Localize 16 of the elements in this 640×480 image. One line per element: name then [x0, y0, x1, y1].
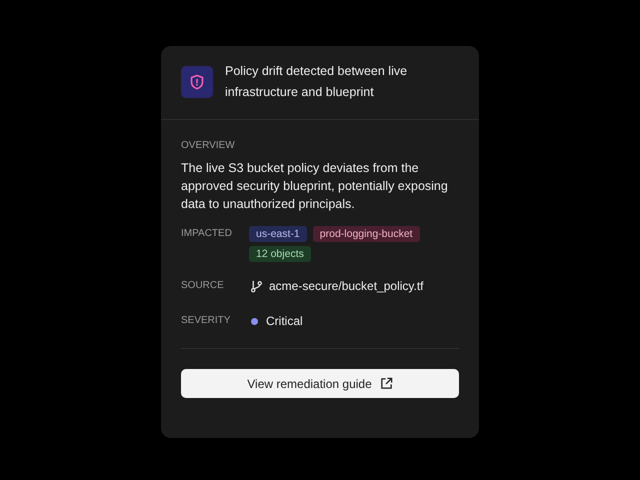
- section-label: OVERVIEW: [181, 140, 236, 151]
- shield-alert-icon: [181, 66, 213, 98]
- source-file: acme-secure/bucket_policy.tf: [269, 279, 424, 293]
- external-link-icon: [380, 377, 393, 390]
- resource-tag: us-east-1: [249, 226, 307, 242]
- view-guide-button[interactable]: View remediation guide: [181, 369, 459, 398]
- field-label: IMPACTED: [181, 228, 233, 241]
- overview-text: The live S3 bucket policy deviates from the approved security blueprint, potentially exposing data to unauthorized principals.: [181, 160, 449, 213]
- resource-tag: 12 objects: [249, 246, 311, 262]
- field-label: SOURCE: [181, 280, 225, 293]
- field-label: SEVERITY: [181, 315, 232, 328]
- branch-icon: [250, 280, 263, 292]
- severity-dot: [251, 318, 258, 324]
- severity-value: Critical: [266, 314, 303, 328]
- alert-title: Policy drift detected between live infrastructure and blueprint: [225, 63, 408, 101]
- resource-tag: prod-logging-bucket: [312, 226, 420, 242]
